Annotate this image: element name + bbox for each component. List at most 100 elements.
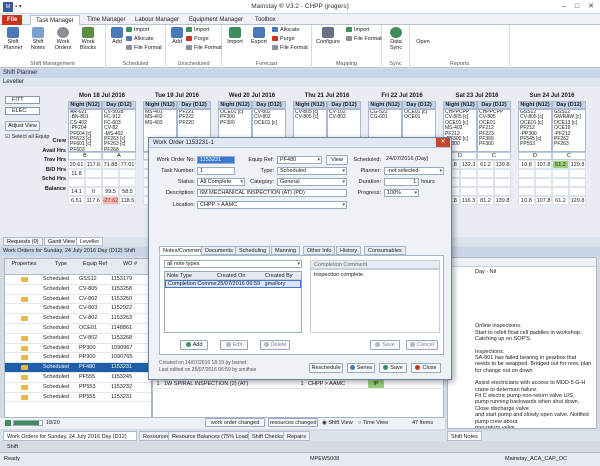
- table-row[interactable]: Scheduled OCE01 1148861: [5, 324, 151, 334]
- col-created-on[interactable]: Created On: [217, 272, 265, 279]
- save-button[interactable]: Save: [379, 363, 407, 373]
- comment-text-area[interactable]: Inspection complete.: [310, 269, 440, 333]
- type-select[interactable]: Scheduled: [277, 167, 347, 175]
- table-row[interactable]: Scheduled CV-802 1153263: [5, 314, 151, 324]
- tab-leveller[interactable]: Leveller: [76, 237, 104, 246]
- dialog-tab-documents[interactable]: Documents: [201, 246, 237, 255]
- night-shift-label[interactable]: Night (N12): [293, 101, 327, 109]
- import-scheduled-button[interactable]: Import: [126, 27, 150, 34]
- category-select[interactable]: General: [277, 178, 347, 186]
- night-equip-list[interactable]: GSS12 CV-805 [c] OCE01 [c] PF212 -PP300 …: [518, 109, 552, 152]
- tab-shift-notes[interactable]: Shift Notes: [447, 431, 482, 441]
- dialog-tab-scheduling[interactable]: Scheduling: [235, 246, 271, 255]
- shift-notes-panel[interactable]: Day - Nil Online inspections. Start to re…: [447, 257, 597, 429]
- file-format-forecast-button[interactable]: File Format: [272, 45, 308, 52]
- dialog-tab-consumables[interactable]: Consumables: [364, 246, 406, 255]
- tab-time-manager[interactable]: Time Manager: [82, 15, 130, 25]
- add-scheduled-button[interactable]: Add: [106, 27, 128, 45]
- work-blocks-button[interactable]: Work Blocks: [77, 27, 99, 51]
- save-note-button[interactable]: Save: [370, 340, 400, 350]
- table-row[interactable]: Scheduled PP300 1090967: [5, 344, 151, 354]
- day-equip-list[interactable]: GSS12 GWRAW [c] OCE13 [c] OCE19 -PF212 P…: [552, 109, 586, 152]
- note-type-filter[interactable]: all note types: [164, 260, 302, 268]
- note-row[interactable]: Completion Comment 25/07/2016 06:59 gmal…: [165, 280, 301, 288]
- night-shift-label[interactable]: Night (N12): [143, 101, 177, 109]
- table-row[interactable]: 1 1W SPIRAL INSPECTION (2) (AT) 1 CHPP > AA…: [152, 379, 444, 389]
- day-shift-label[interactable]: Day (D12): [402, 101, 436, 109]
- close-button[interactable]: Close: [411, 363, 441, 373]
- wo-no-field[interactable]: 1153231: [197, 156, 235, 164]
- shift-notes-button[interactable]: Shift Notes: [27, 27, 49, 51]
- table-row[interactable]: Scheduled CV-803 1152922: [5, 304, 151, 315]
- dialog-close-icon[interactable]: ✕: [436, 138, 450, 147]
- day-shift-label[interactable]: Day (D12): [177, 101, 211, 109]
- allocate-forecast-button[interactable]: Allocate: [272, 27, 300, 34]
- trade-filter-elec[interactable]: ELEC: [5, 107, 40, 115]
- tab-shift-checks[interactable]: Shift Checks: [248, 431, 287, 441]
- view-equip-button[interactable]: View: [326, 155, 348, 165]
- progress-select[interactable]: 100%: [384, 189, 419, 197]
- col-properties[interactable]: Properties: [5, 259, 43, 274]
- reschedule-button[interactable]: Reschedule: [309, 363, 343, 373]
- close-icon[interactable]: ✕: [585, 2, 597, 12]
- resources-changed-button[interactable]: resources changed: [268, 418, 318, 427]
- equip-ref-select[interactable]: PF480: [277, 156, 322, 164]
- table-row[interactable]: Scheduled PF555 1153245: [5, 373, 151, 383]
- cancel-note-button[interactable]: Cancel: [406, 340, 438, 350]
- file-format-mapping-button[interactable]: File Format: [346, 36, 382, 43]
- open-report-button[interactable]: Open: [412, 27, 434, 45]
- planner-select[interactable]: -not selected-: [384, 167, 444, 175]
- table-row[interactable]: Scheduled GSS12 1153179: [5, 275, 151, 285]
- col-created-by[interactable]: Created By: [265, 272, 301, 279]
- file-format-unscheduled-button[interactable]: File Format: [186, 45, 222, 52]
- tab-labour-manager[interactable]: Labour Manager: [130, 15, 184, 25]
- file-menu[interactable]: File: [2, 15, 23, 25]
- tab-requests[interactable]: Requests (0): [3, 237, 43, 246]
- table-row[interactable]: Scheduled PP555 1153231: [5, 393, 151, 403]
- shift-planner-button[interactable]: Shift Planner: [2, 27, 24, 51]
- day-shift-label[interactable]: Day (D12): [102, 101, 136, 109]
- time-view-radio[interactable]: ○ Time View: [358, 419, 388, 427]
- night-shift-label[interactable]: Night (N12): [518, 101, 552, 109]
- add-unscheduled-button[interactable]: Add: [166, 27, 188, 45]
- import-mapping-button[interactable]: Import: [346, 27, 370, 34]
- table-row[interactable]: Scheduled PF480 1153231: [5, 363, 151, 373]
- tab-repairs[interactable]: Repairs: [283, 431, 310, 441]
- work-orders-button[interactable]: Work Orders: [52, 27, 74, 51]
- col-note-type[interactable]: Note Type: [165, 272, 217, 279]
- duration-field[interactable]: 1: [384, 178, 419, 186]
- col-type[interactable]: Type: [43, 259, 79, 274]
- day-shift-label[interactable]: Day (D12): [327, 101, 361, 109]
- shift-view-radio[interactable]: ◉ Shift View: [322, 419, 353, 427]
- data-sync-button[interactable]: Data Sync: [385, 27, 407, 51]
- configure-mapping-button[interactable]: Configure: [314, 27, 342, 45]
- location-select[interactable]: CHPP > AAMC: [197, 201, 347, 209]
- night-shift-label[interactable]: Night (N12): [443, 101, 477, 109]
- day-shift-label[interactable]: Day (D12): [552, 101, 586, 109]
- tab-equipment-manager[interactable]: Equipment Manager: [184, 15, 248, 25]
- day-shift-label[interactable]: Day (D12): [477, 101, 511, 109]
- table-row[interactable]: Scheduled CV-802 1153250: [5, 295, 151, 305]
- dialog-tab-other-info[interactable]: Other Info: [303, 246, 336, 255]
- tab-gantt-view[interactable]: Gantt View: [44, 237, 79, 246]
- day-equip-list[interactable]: CHPPCPP CV-805 OCE01 PF212 PF223 PF300 P…: [477, 109, 511, 152]
- adjust-view-button[interactable]: Adjust View: [5, 121, 40, 131]
- col-wo-number[interactable]: WO #: [111, 259, 149, 274]
- allocate-scheduled-button[interactable]: Allocate: [126, 36, 154, 43]
- file-format-scheduled-button[interactable]: File Format: [126, 45, 162, 52]
- tab-task-manager[interactable]: Task Manager: [30, 15, 80, 25]
- status-select[interactable]: All Complete: [197, 178, 245, 186]
- table-row[interactable]: Scheduled PP300 1090765: [5, 353, 151, 364]
- maximize-icon[interactable]: □: [571, 2, 583, 12]
- night-shift-label[interactable]: Night (N12): [368, 101, 402, 109]
- add-note-button[interactable]: Add: [180, 340, 208, 350]
- night-shift-label[interactable]: Night (N12): [68, 101, 102, 109]
- dialog-tab-manning[interactable]: Manning: [271, 246, 301, 255]
- table-row[interactable]: Scheduled CV-805 1153258: [5, 285, 151, 295]
- export-forecast-button[interactable]: Export: [248, 27, 270, 45]
- description-field[interactable]: 6M MECHANICAL INSPECTION (AT) (PD): [197, 189, 347, 197]
- purge-forecast-button[interactable]: Purge: [272, 36, 295, 43]
- col-equip-ref[interactable]: Equip Ref: [79, 259, 111, 274]
- import-forecast-button[interactable]: Import: [224, 27, 246, 45]
- task-number-field[interactable]: 1: [197, 167, 235, 175]
